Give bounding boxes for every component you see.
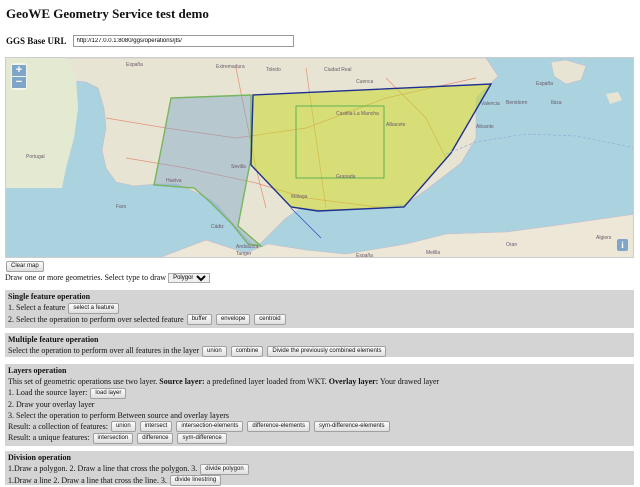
layers-step1-text: 1. Load the source layer: [8, 388, 88, 397]
layers-step3: 3. Select the operation to perform Betwe… [8, 410, 230, 420]
single-step1: 1. Select a feature select a feature [8, 302, 631, 314]
layers-step1: 1. Load the source layer: load layer [8, 387, 631, 399]
map-label: Tanger [236, 251, 252, 257]
map-label: Melilla [426, 250, 440, 256]
divide-polygon-button[interactable]: divide polygon [200, 463, 249, 475]
source-layer-text: a predefined layer loaded from WKT. [206, 377, 327, 386]
overlay-layer-label: Overlay layer: [328, 377, 379, 386]
division-line1-text: 1.Draw a polygon. 2. Draw a line that cr… [8, 464, 198, 473]
single-step2-text: 2. Select the operation to perform over … [8, 314, 184, 324]
source-layer-label: Source layer: [159, 377, 205, 386]
map-label: Toledo [266, 67, 281, 73]
layers-title: Layers operation [8, 366, 67, 375]
map-label: España [356, 253, 373, 258]
draw-type-select[interactable]: Polygon [168, 273, 211, 284]
division-row2: 1.Draw a line 2. Draw a line that cross … [8, 475, 631, 487]
layer-union-button[interactable]: union [110, 421, 136, 433]
draw-row: Draw one or more geometries. Select type… [5, 272, 211, 284]
base-url-input[interactable] [72, 35, 294, 47]
base-url-label: GGS Base URL [6, 36, 67, 46]
map-label: Granada [336, 174, 356, 180]
map-label: Málaga [291, 194, 308, 200]
map-label: Valencia [481, 101, 500, 107]
map-label: Extremadura [216, 64, 245, 70]
map-label: España [126, 62, 143, 68]
map-label: Alicante [476, 124, 494, 130]
map-label: Ibiza [551, 100, 562, 106]
zoom-control: + − [11, 63, 27, 90]
single-feature-panel: Single feature operation 1. Select a fea… [5, 290, 634, 328]
division-panel: Division operation 1.Draw a polygon. 2. … [5, 451, 634, 487]
division-line2-text: 1.Draw a line 2. Draw a line that cross … [8, 475, 167, 485]
layers-description: This set of geometric operations use two… [8, 376, 631, 387]
sym-difference-button[interactable]: sym-difference [177, 432, 227, 444]
multiple-text: Select the operation to perform over all… [8, 346, 200, 355]
division-row1: 1.Draw a polygon. 2. Draw a line that cr… [8, 463, 631, 475]
layers-panel: Layers operation This set of geometric o… [5, 364, 634, 446]
single-step2: 2. Select the operation to perform over … [8, 314, 631, 326]
intersection-elements-button[interactable]: intersection-elements [176, 421, 244, 433]
map-label: Ciudad Real [324, 67, 352, 73]
multiple-row: Select the operation to perform over all… [8, 345, 631, 357]
zoom-out-button[interactable]: − [12, 77, 26, 88]
multiple-feature-title: Multiple feature operation [8, 335, 99, 344]
map-label: Cádiz [211, 224, 224, 230]
map-view[interactable]: Ciudad Real Toledo Cuenca Albacete Valencia E… [5, 57, 634, 258]
sym-difference-elements-button[interactable]: sym-difference-elements [313, 421, 390, 433]
load-layer-button[interactable]: load layer [90, 387, 127, 399]
unique-row: Result: a unique features: intersection … [8, 432, 631, 444]
select-feature-button[interactable]: select a feature [68, 302, 120, 314]
zoom-in-button[interactable]: + [12, 65, 26, 76]
map-label: Sevilla [231, 164, 246, 170]
buffer-button[interactable]: buffer [186, 314, 212, 326]
map-label: Huelva [166, 178, 182, 184]
map-label: Castilla-La Mancha [336, 111, 379, 117]
map-label: Oran [506, 242, 517, 248]
map-label: Faro [116, 204, 127, 210]
base-url-row: GGS Base URL [6, 35, 294, 47]
map-label: Benidorm [506, 100, 527, 106]
difference-elements-button[interactable]: difference-elements [247, 421, 310, 433]
map-label: España [536, 81, 553, 87]
envelope-button[interactable]: envelope [215, 314, 251, 326]
unique-label: Result: a unique features: [8, 433, 90, 443]
divide-combined-button[interactable]: Divide the previously combined elements [267, 345, 387, 357]
info-button[interactable]: i [617, 239, 628, 251]
overlay-layer-text: Your drawed layer [380, 377, 440, 386]
intersection-button[interactable]: intersection [92, 432, 134, 444]
map-label: Cuenca [356, 79, 373, 85]
centroid-button[interactable]: centroid [254, 314, 286, 326]
multiple-feature-panel: Multiple feature operation Select the op… [5, 333, 634, 357]
division-title: Division operation [8, 453, 71, 462]
clear-map-button[interactable]: Clear map [6, 261, 44, 272]
collection-row: Result: a collection of features: union … [8, 421, 631, 433]
map-label: Portugal [26, 154, 45, 160]
map-canvas[interactable]: Ciudad Real Toledo Cuenca Albacete Valencia E… [6, 58, 634, 258]
difference-button[interactable]: difference [137, 432, 174, 444]
single-step1-text: 1. Select a feature [8, 303, 66, 312]
page-title: GeoWE Geometry Service test demo [6, 6, 209, 21]
single-feature-title: Single feature operation [8, 292, 91, 301]
map-label: Andalucía [236, 244, 258, 250]
layers-step2: 2. Draw your overlay layer [8, 399, 95, 409]
map-label: Algiers [596, 235, 612, 241]
collection-label: Result: a collection of features: [8, 421, 108, 431]
map-label: Albacete [386, 122, 406, 128]
divide-linestring-button[interactable]: divide linestring [169, 475, 222, 487]
union-button[interactable]: union [202, 345, 227, 357]
layers-desc-text: This set of geometric operations use two… [8, 377, 158, 386]
combine-button[interactable]: combine [230, 345, 264, 357]
draw-instruction: Draw one or more geometries. Select type… [5, 273, 167, 282]
layer-intersect-button[interactable]: intersect [139, 421, 173, 433]
